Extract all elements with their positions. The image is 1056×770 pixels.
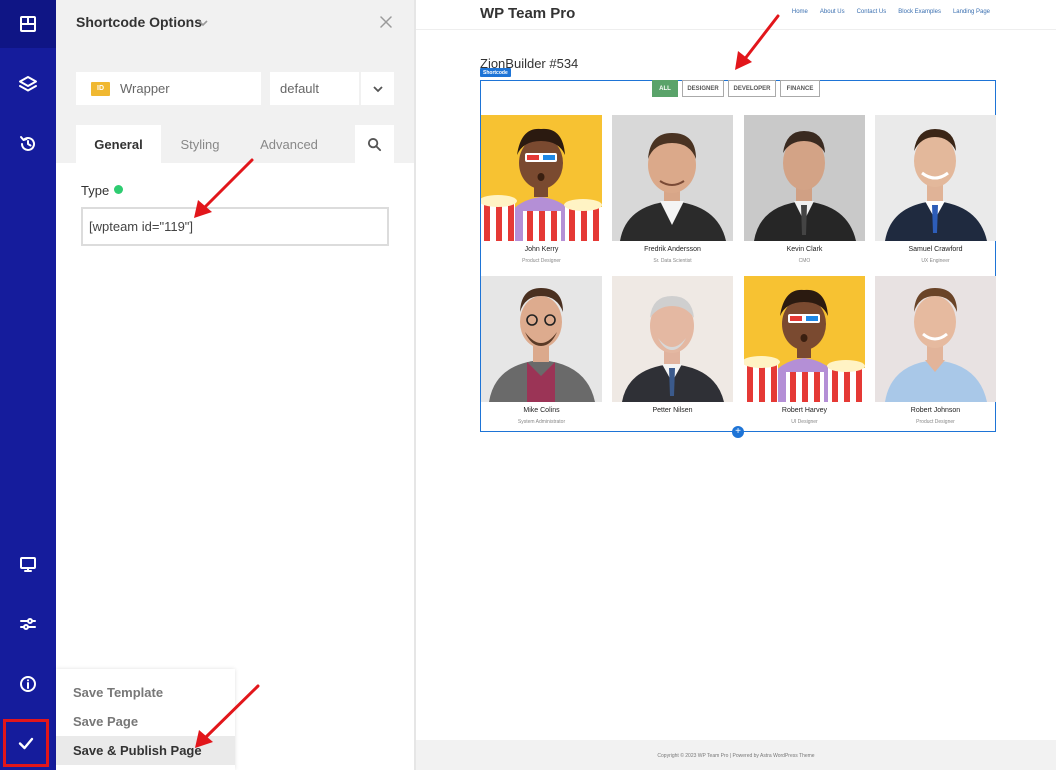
member-role: UI Designer [791, 419, 818, 425]
save-publish-item[interactable]: Save & Publish Page [56, 736, 235, 765]
site-nav: Home About Us Contact Us Block Examples … [792, 9, 990, 15]
team-filter-bar: ALL DESIGNER DEVELOPER FINANCE [652, 80, 820, 97]
filter-finance[interactable]: FINANCE [780, 80, 820, 97]
save-menu: Save Template Save Page Save & Publish P… [56, 669, 235, 770]
member-photo [612, 115, 733, 241]
tab-general[interactable]: General [76, 125, 161, 163]
chevron-down-icon [372, 85, 383, 92]
tab-advanced[interactable]: Advanced [239, 125, 339, 163]
team-member-card[interactable]: Mike Colins System Administrator [481, 276, 602, 434]
save-page-item[interactable]: Save Page [56, 707, 235, 736]
member-photo [481, 115, 602, 241]
history-button[interactable] [0, 120, 56, 168]
tree-view-button[interactable] [0, 60, 56, 108]
checkmark-icon [18, 737, 34, 750]
shortcode-input[interactable]: [wpteam id="119"] [81, 207, 389, 246]
layers-icon [19, 76, 37, 92]
team-member-card[interactable]: Petter Nilsen [612, 276, 733, 434]
close-icon [380, 16, 392, 28]
nav-landing[interactable]: Landing Page [953, 9, 990, 15]
nav-block-examples[interactable]: Block Examples [898, 9, 941, 15]
nav-contact[interactable]: Contact Us [857, 9, 887, 15]
element-name-field[interactable]: ID Wrapper [76, 72, 261, 105]
member-role: UX Engineer [921, 258, 950, 264]
member-photo [875, 276, 996, 402]
team-member-card[interactable]: Fredrik Andersson Sr. Data Scientist [612, 115, 733, 273]
info-icon [20, 676, 36, 692]
member-photo [612, 276, 733, 402]
editor-sidebar-rail [0, 0, 56, 770]
panel-title[interactable]: Shortcode Options [76, 14, 202, 30]
team-member-card[interactable]: Kevin Clark CMO [744, 115, 865, 273]
nav-about[interactable]: About Us [820, 9, 845, 15]
footer-copyright: Copyright © 2023 WP Team Pro | Powered b… [657, 753, 815, 759]
search-icon [367, 137, 382, 151]
member-name: Robert Harvey [781, 407, 828, 414]
close-panel-button[interactable] [378, 14, 396, 32]
responsive-button[interactable] [0, 540, 56, 588]
team-member-card[interactable]: Samuel Crawford UX Engineer [875, 115, 996, 273]
history-icon [20, 136, 35, 151]
member-name: Mike Colins [523, 407, 560, 414]
member-name: Robert Johnson [910, 407, 961, 414]
member-photo [744, 115, 865, 241]
member-photo [481, 276, 602, 402]
page-preview: WP Team Pro Home About Us Contact Us Blo… [416, 0, 1056, 770]
status-dot [114, 185, 123, 194]
shortcode-element-tag[interactable]: Shortcode [480, 68, 511, 77]
member-name: Samuel Crawford [908, 246, 963, 253]
search-options-button[interactable] [355, 125, 394, 163]
site-header: WP Team Pro Home About Us Contact Us Blo… [416, 0, 1056, 30]
state-select[interactable]: default [270, 72, 359, 105]
member-photo [875, 115, 996, 241]
member-role: Product Designer [522, 258, 561, 264]
layout-grid-icon [20, 16, 36, 32]
sliders-icon [20, 618, 36, 630]
nav-home[interactable]: Home [792, 9, 808, 15]
member-name: Petter Nilsen [652, 407, 693, 414]
add-element-plus-button[interactable]: + [732, 426, 744, 438]
member-photo [744, 276, 865, 402]
filter-all[interactable]: ALL [652, 80, 678, 97]
help-button[interactable] [0, 660, 56, 708]
save-template-item[interactable]: Save Template [56, 678, 235, 707]
element-name-label: Wrapper [120, 81, 170, 96]
shortcode-options-panel: Shortcode Options ID Wrapper default Gen… [56, 0, 414, 770]
type-label: Type [81, 183, 110, 198]
tab-styling[interactable]: Styling [161, 125, 239, 163]
member-name: Kevin Clark [786, 246, 823, 253]
add-elements-button[interactable] [0, 0, 56, 48]
chevron-down-icon[interactable] [197, 16, 211, 30]
save-button[interactable] [3, 719, 49, 767]
member-role: CMO [798, 258, 811, 264]
member-name: Fredrik Andersson [644, 246, 701, 253]
member-role: Product Designer [916, 419, 955, 425]
filter-developer[interactable]: DEVELOPER [728, 80, 776, 97]
state-dropdown-toggle[interactable] [361, 72, 394, 105]
team-member-card[interactable]: Robert Harvey UI Designer [744, 276, 865, 434]
page-options-button[interactable] [0, 600, 56, 648]
filter-designer[interactable]: DESIGNER [682, 80, 724, 97]
site-footer: Copyright © 2023 WP Team Pro | Powered b… [416, 740, 1056, 770]
id-badge: ID [91, 81, 110, 96]
site-title[interactable]: WP Team Pro [480, 5, 575, 22]
team-member-card[interactable]: Robert Johnson Product Designer [875, 276, 996, 434]
member-name: John Kerry [524, 246, 559, 253]
member-role: Sr. Data Scientist [653, 258, 692, 264]
desktop-icon [20, 557, 36, 572]
member-role: System Administrator [517, 419, 566, 425]
team-member-card[interactable]: John Kerry Product Designer [481, 115, 602, 273]
